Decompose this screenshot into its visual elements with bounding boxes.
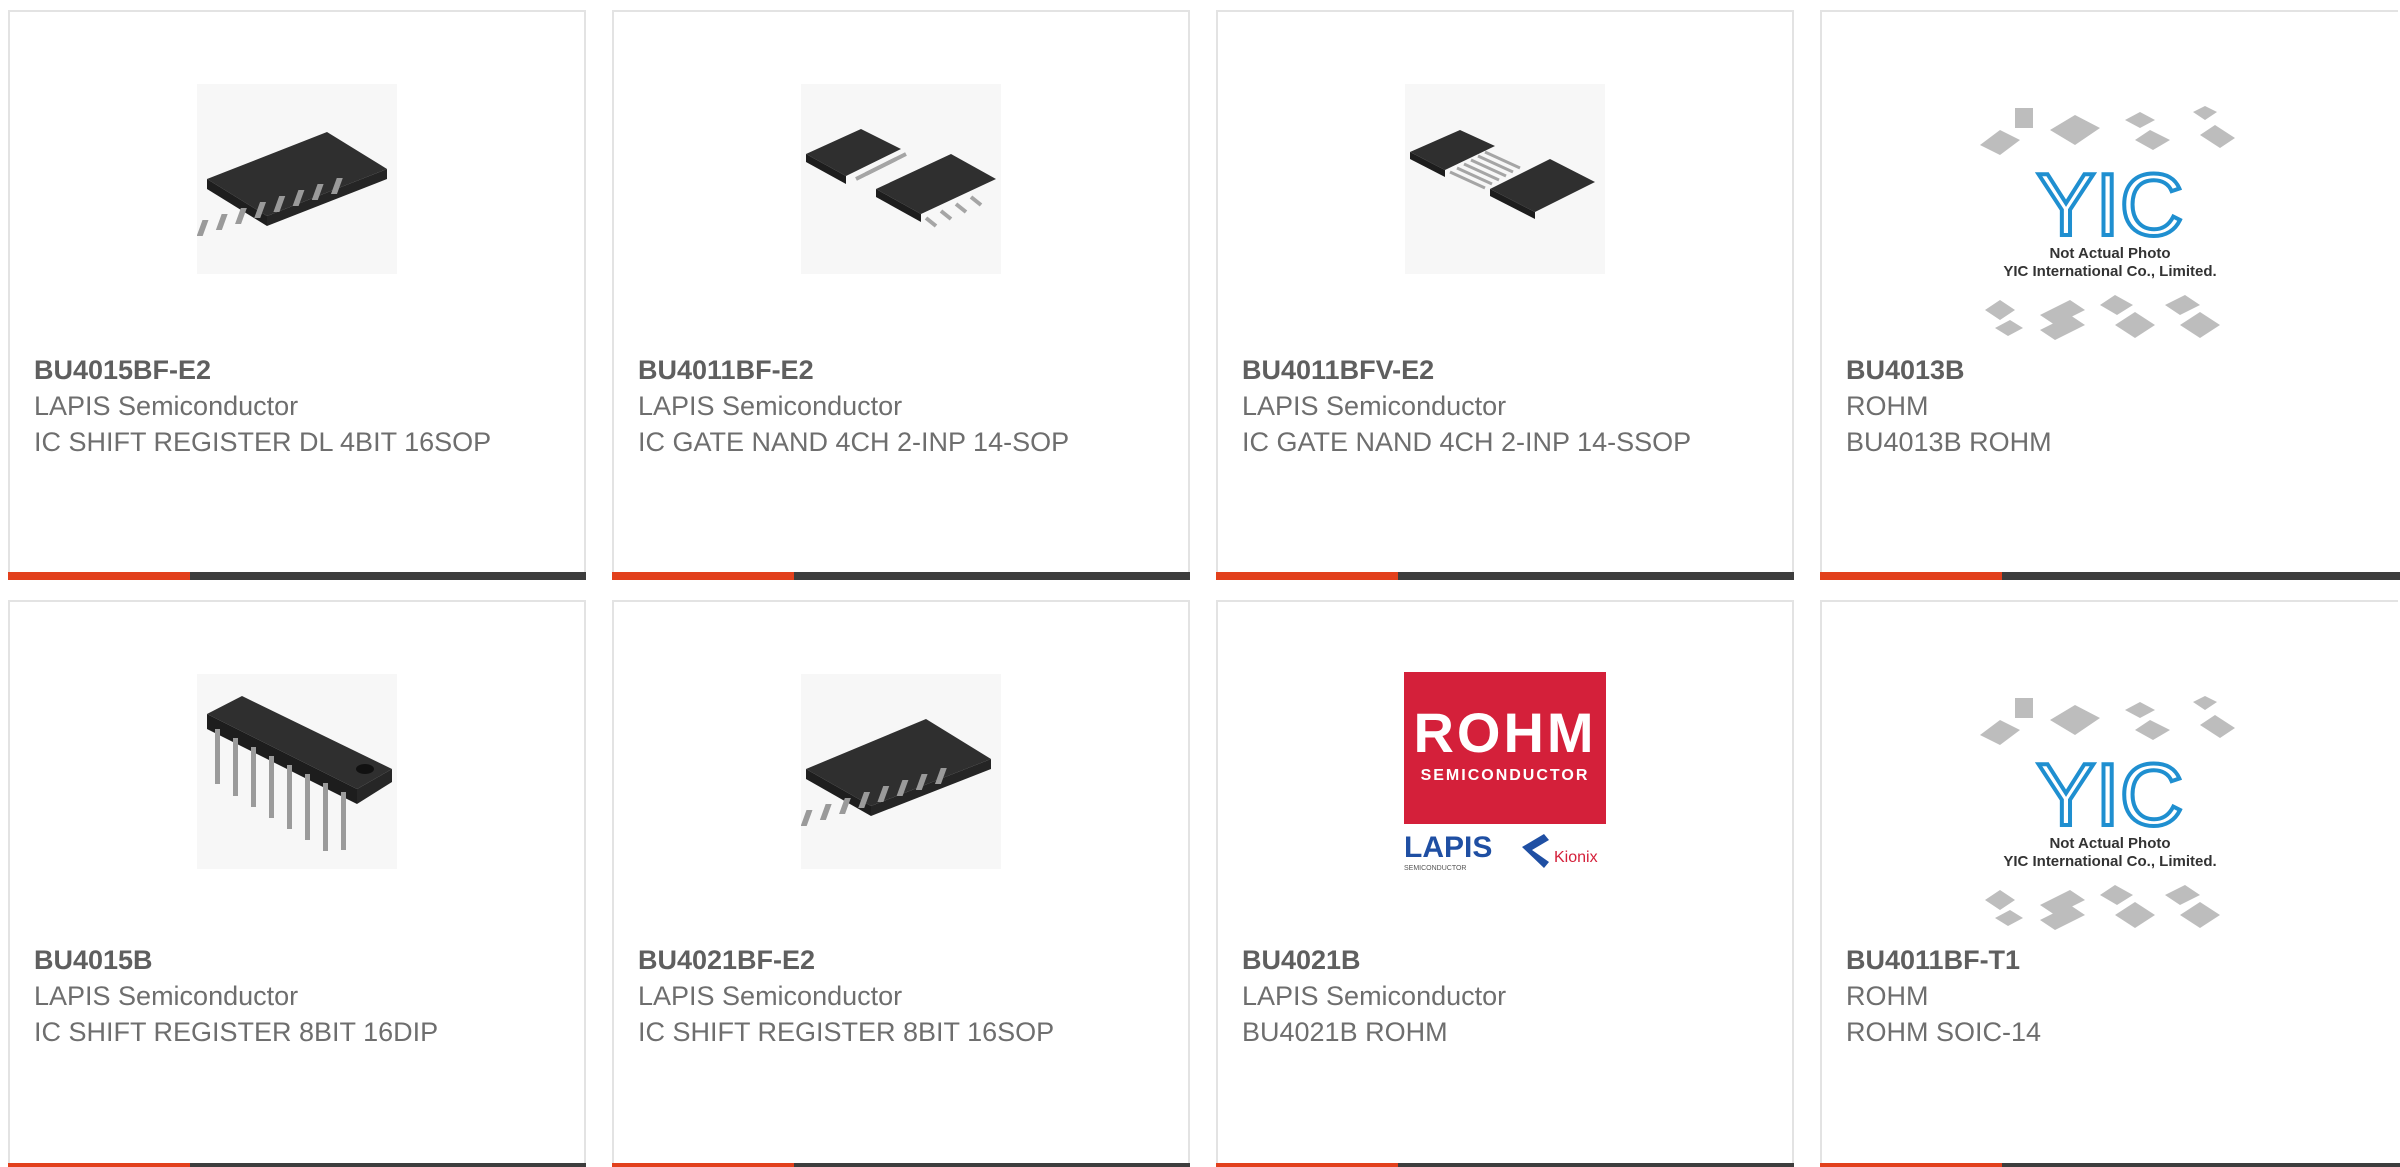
card-footer-bar <box>1216 1163 1794 1167</box>
description: BU4013B ROHM <box>1846 427 2052 457</box>
product-image[interactable] <box>614 674 1188 884</box>
part-number[interactable]: BU4021B <box>1242 942 1712 978</box>
sop16-chip-icon <box>801 674 1001 869</box>
manufacturer: LAPIS Semiconductor <box>34 391 299 421</box>
logo-rohm-sub-text: SEMICONDUCTOR <box>1421 767 1590 784</box>
product-card[interactable]: YIC Not Actual Photo YIC International C… <box>1820 10 2400 580</box>
manufacturer: LAPIS Semiconductor <box>34 981 299 1011</box>
product-image[interactable]: YIC Not Actual Photo YIC International C… <box>1822 690 2398 930</box>
card-footer-bar <box>8 572 586 580</box>
part-number[interactable]: BU4013B <box>1846 352 2318 388</box>
dip16-chip-icon <box>197 674 397 869</box>
yic-not-actual-photo-icon: YIC Not Actual Photo YIC International C… <box>1980 696 2235 930</box>
card-footer-bar <box>1216 572 1794 580</box>
product-card[interactable]: BU4011BF-E2 LAPIS Semiconductor IC GATE … <box>612 10 1190 580</box>
product-image[interactable] <box>614 84 1188 294</box>
logo-lapis-sub-text: SEMICONDUCTOR <box>1404 865 1466 872</box>
logo-rohm-text: ROHM <box>1413 701 1596 764</box>
manufacturer: LAPIS Semiconductor <box>1242 391 1507 421</box>
yic-not-actual-photo-icon: YIC Not Actual Photo YIC International C… <box>1980 106 2235 340</box>
description: IC GATE NAND 4CH 2-INP 14-SOP <box>638 427 1070 457</box>
image-caption: YIC International Co., Limited. <box>2003 853 2216 870</box>
part-number[interactable]: BU4021BF-E2 <box>638 942 1108 978</box>
product-image[interactable] <box>1218 84 1792 294</box>
sop14-pair-icon <box>801 84 1001 274</box>
description: ROHM SOIC-14 <box>1846 1017 2042 1047</box>
manufacturer: ROHM <box>1846 981 1929 1011</box>
part-number[interactable]: BU4011BF-T1 <box>1846 942 2318 978</box>
card-footer-bar <box>8 1163 586 1167</box>
sop16-chip-icon <box>197 84 397 274</box>
image-caption: YIC International Co., Limited. <box>2003 263 2216 280</box>
part-number[interactable]: BU4015BF-E2 <box>34 352 504 388</box>
card-footer-bar <box>612 572 1190 580</box>
card-footer-bar <box>612 1163 1190 1167</box>
description: IC SHIFT REGISTER DL 4BIT 16SOP <box>34 427 492 457</box>
product-card[interactable]: BU4015B LAPIS Semiconductor IC SHIFT REG… <box>8 600 586 1167</box>
svg-text:YIC: YIC <box>2037 745 2184 844</box>
manufacturer: LAPIS Semiconductor <box>1242 981 1507 1011</box>
description: BU4021B ROHM <box>1242 1017 1448 1047</box>
rohm-lapis-kionix-logo: ROHM SEMICONDUCTOR LAPIS SEMICONDUCTOR K… <box>1404 672 1606 872</box>
product-card[interactable]: BU4021BF-E2 LAPIS Semiconductor IC SHIFT… <box>612 600 1190 1167</box>
logo-lapis-text: LAPIS <box>1404 831 1492 864</box>
card-footer-bar <box>1820 1163 2400 1167</box>
description: IC GATE NAND 4CH 2-INP 14-SSOP <box>1242 427 1692 457</box>
manufacturer: LAPIS Semiconductor <box>638 981 903 1011</box>
part-number[interactable]: BU4011BF-E2 <box>638 352 1108 388</box>
card-footer-bar <box>1820 572 2400 580</box>
product-grid: BU4015BF-E2 LAPIS Semiconductor IC SHIFT… <box>0 0 2400 1167</box>
product-image[interactable] <box>10 84 584 294</box>
product-card[interactable]: ROHM SEMICONDUCTOR LAPIS SEMICONDUCTOR K… <box>1216 600 1794 1167</box>
manufacturer: ROHM <box>1846 391 1929 421</box>
ssop14-pair-icon <box>1405 84 1605 274</box>
image-caption: Not Actual Photo <box>2049 245 2170 262</box>
product-card[interactable]: BU4011BFV-E2 LAPIS Semiconductor IC GATE… <box>1216 10 1794 580</box>
description: IC SHIFT REGISTER 8BIT 16SOP <box>638 1017 1055 1047</box>
part-number[interactable]: BU4015B <box>34 942 504 978</box>
product-image[interactable]: ROHM SEMICONDUCTOR LAPIS SEMICONDUCTOR K… <box>1218 672 1792 882</box>
manufacturer: LAPIS Semiconductor <box>638 391 903 421</box>
logo-kionix-text: Kionix <box>1554 849 1598 866</box>
svg-text:YIC: YIC <box>2037 155 2184 254</box>
product-image[interactable]: YIC Not Actual Photo YIC International C… <box>1822 100 2398 340</box>
product-image[interactable] <box>10 674 584 884</box>
product-card[interactable]: BU4015BF-E2 LAPIS Semiconductor IC SHIFT… <box>8 10 586 580</box>
product-card[interactable]: YIC Not Actual Photo YIC International C… <box>1820 600 2400 1167</box>
image-caption: Not Actual Photo <box>2049 835 2170 852</box>
part-number[interactable]: BU4011BFV-E2 <box>1242 352 1712 388</box>
description: IC SHIFT REGISTER 8BIT 16DIP <box>34 1017 439 1047</box>
